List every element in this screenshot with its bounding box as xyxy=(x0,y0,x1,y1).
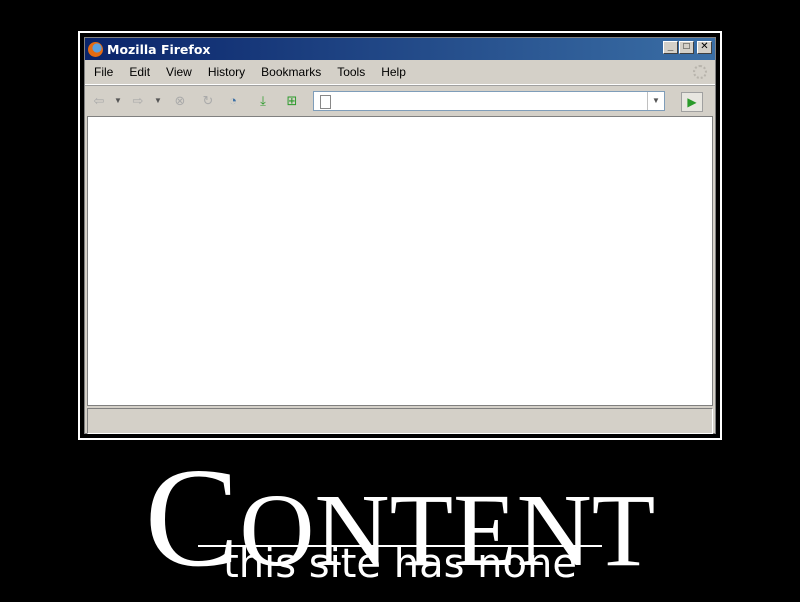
window-title: Mozilla Firefox xyxy=(107,41,211,57)
menu-bookmarks[interactable]: Bookmarks xyxy=(253,65,329,79)
url-bar[interactable]: ▼ xyxy=(313,91,665,111)
forward-dropdown-icon[interactable]: ▼ xyxy=(154,93,162,109)
download-icon[interactable]: ⤓ xyxy=(255,93,271,109)
browser-window: Mozilla Firefox _ □ ✕ File Edit View His… xyxy=(84,37,716,434)
back-dropdown-icon[interactable]: ▼ xyxy=(114,93,122,109)
menu-file[interactable]: File xyxy=(85,65,121,79)
url-dropdown-icon[interactable]: ▼ xyxy=(647,92,664,110)
firefox-icon xyxy=(88,41,103,57)
menu-bar: File Edit View History Bookmarks Tools H… xyxy=(85,60,715,85)
close-button[interactable]: ✕ xyxy=(697,41,712,54)
maximize-button[interactable]: □ xyxy=(679,41,694,54)
menu-help[interactable]: Help xyxy=(373,65,414,79)
menu-history[interactable]: History xyxy=(200,65,253,79)
new-tab-icon[interactable]: ⊞ xyxy=(284,93,300,109)
go-button[interactable]: ▶ xyxy=(681,92,703,112)
title-bar[interactable]: Mozilla Firefox _ □ ✕ xyxy=(85,38,715,60)
menu-view[interactable]: View xyxy=(158,65,200,79)
menu-edit[interactable]: Edit xyxy=(121,65,158,79)
throbber-icon xyxy=(693,65,707,79)
forward-button[interactable]: ⇨ xyxy=(130,93,146,109)
navigation-toolbar: ⇦ ▼ ⇨ ▼ ⊗ ↻ ◔ ⤓ ⊞ ▼ ▶ xyxy=(85,85,715,116)
menu-tools[interactable]: Tools xyxy=(329,65,373,79)
page-icon xyxy=(320,95,331,109)
status-bar xyxy=(87,408,713,434)
history-icon[interactable]: ◔ xyxy=(225,93,241,109)
back-button[interactable]: ⇦ xyxy=(91,93,107,109)
minimize-button[interactable]: _ xyxy=(663,41,678,54)
poster-frame: Mozilla Firefox _ □ ✕ File Edit View His… xyxy=(78,31,722,440)
stop-button[interactable]: ⊗ xyxy=(172,93,188,109)
reload-button[interactable]: ↻ xyxy=(200,93,216,109)
poster-subtitle: this site has none xyxy=(223,541,577,587)
page-content xyxy=(87,116,713,406)
